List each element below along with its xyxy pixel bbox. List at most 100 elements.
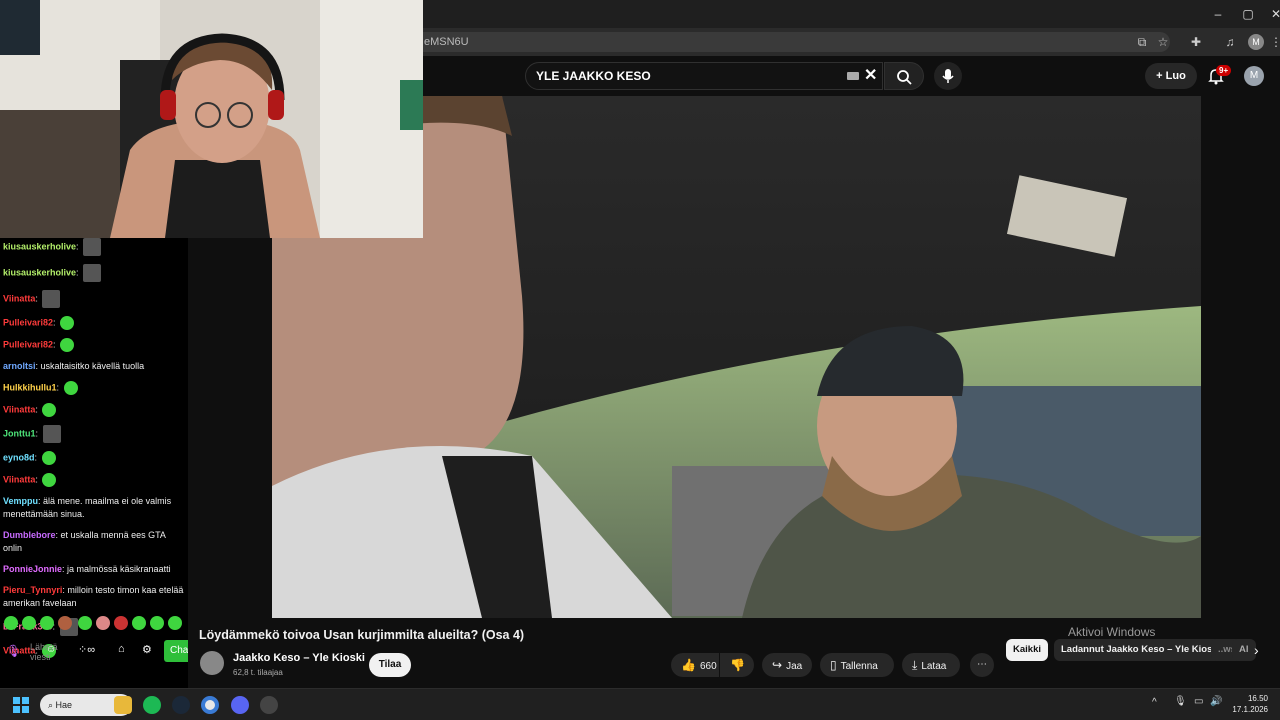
chat-username[interactable]: Viinatta [3, 293, 35, 303]
chat-username[interactable]: Hulkkihullu1 [3, 382, 57, 392]
chat-input[interactable]: Lähetä viesti [22, 640, 66, 664]
emote-icon[interactable] [168, 616, 182, 630]
chip-channel[interactable]: Ladannut Jaakko Keso – Yle Kioski [1054, 639, 1228, 661]
file-explorer-icon[interactable] [114, 696, 132, 714]
chat-username[interactable]: arnoltsi [3, 361, 36, 371]
obs-icon[interactable] [260, 696, 278, 714]
search-input[interactable]: YLE JAAKKO KESO ✕ [525, 62, 883, 90]
search-button[interactable] [884, 62, 924, 90]
chat-username[interactable]: Jonttu1 [3, 428, 36, 438]
emote-icon[interactable] [4, 616, 18, 630]
system-clock[interactable]: 16.50 17.1.2026 [1228, 693, 1268, 715]
chrome-icon[interactable] [201, 696, 219, 714]
create-button[interactable]: + Luo [1145, 63, 1197, 89]
emote-icon[interactable] [58, 616, 72, 630]
chat-username[interactable]: Pieru_Tynnyri [3, 585, 62, 595]
bookmark-star-icon[interactable]: ☆ [1155, 34, 1171, 50]
chat-message: Viinatta: [0, 290, 188, 308]
share-button[interactable]: ↪ Jaa [762, 653, 812, 677]
webcam-frame [0, 0, 423, 238]
media-icon[interactable]: ♫ [1222, 34, 1238, 50]
create-label: Luo [1165, 70, 1186, 82]
microphone-icon [942, 69, 954, 83]
chat-separator: : [53, 317, 59, 328]
chat-username[interactable]: Pulleivari82 [3, 339, 53, 349]
chat-username[interactable]: kiusauskerholive [3, 267, 76, 277]
maximize-icon[interactable]: ▢ [1234, 4, 1262, 24]
chat-username[interactable]: Dumblebore [3, 530, 56, 540]
more-icon: ⋯ [977, 659, 987, 670]
bits-icon[interactable]: ⁘∞ [78, 643, 95, 656]
chat-username[interactable]: PonnieJonnie [3, 564, 62, 574]
chip-other[interactable]: Al [1232, 639, 1256, 661]
chip-all[interactable]: Kaikki [1006, 639, 1048, 661]
notification-badge: 9+ [1216, 65, 1232, 76]
volume-icon[interactable]: 🔊 [1210, 696, 1222, 707]
save-button[interactable]: ▯ Tallenna [820, 653, 894, 677]
download-label: Lataa [921, 661, 947, 672]
video-title: Löydämmekö toivoa Usan kurjimmilta aluei… [199, 628, 525, 642]
clock-time: 16.50 [1247, 694, 1268, 703]
clear-search-icon[interactable]: ✕ [864, 63, 877, 89]
microphone-icon[interactable]: 🎙 [6, 644, 21, 658]
dislike-button[interactable]: 👎 [720, 653, 754, 677]
chat-separator: : [56, 382, 62, 393]
chat-username[interactable]: kiusauskerholive [3, 241, 76, 251]
emote-picker-icon[interactable]: ☺ [46, 644, 56, 655]
emote-icon[interactable] [132, 616, 146, 630]
thumbs-down-icon: 👎 [730, 658, 745, 672]
voice-search-button[interactable] [934, 62, 962, 90]
chat-message: Vemppu: älä mene. maailma ei ole valmis … [0, 495, 188, 521]
save-label: Tallenna [840, 661, 878, 672]
windows-start-icon[interactable] [12, 696, 30, 714]
minimize-icon[interactable]: – [1204, 4, 1232, 24]
emote-row [0, 616, 188, 632]
keyboard-icon[interactable] [847, 72, 859, 80]
chat-username[interactable]: Viinatta [3, 404, 35, 414]
download-icon: ⤓ [912, 658, 918, 672]
discord-icon[interactable] [231, 696, 249, 714]
spotify-icon[interactable] [143, 696, 161, 714]
stream-chat: kiusauskerholive: kiusauskerholive: Viin… [0, 238, 188, 688]
store-icon[interactable]: ⌂ [118, 643, 125, 655]
download-button[interactable]: ⤓ Lataa [902, 653, 960, 677]
settings-icon[interactable]: ⚙ [142, 643, 152, 656]
menu-icon[interactable]: ⋮ [1268, 34, 1280, 50]
emote-icon[interactable] [40, 616, 54, 630]
subscribe-button[interactable]: Tilaa [369, 653, 411, 677]
chat-separator: : [76, 241, 82, 252]
emote-icon [83, 238, 102, 256]
account-avatar[interactable]: M [1244, 66, 1264, 86]
chat-text: uskaltaisitko kävellä tuolla [40, 361, 145, 371]
chat-username[interactable]: Pulleivari82 [3, 317, 53, 327]
emote-icon[interactable] [150, 616, 164, 630]
chat-username[interactable]: eyno8d [3, 452, 35, 462]
profile-avatar[interactable]: M [1248, 34, 1264, 50]
channel-name[interactable]: Jaakko Keso – Yle Kioski [233, 652, 365, 664]
emote-icon[interactable] [78, 616, 92, 630]
extensions-icon[interactable]: ✚ [1188, 34, 1204, 50]
chevron-right-icon[interactable]: › [1254, 639, 1259, 661]
like-button[interactable]: 👍 660 [671, 653, 719, 677]
more-actions-button[interactable]: ⋯ [970, 653, 994, 677]
cast-icon[interactable]: ⧉ [1134, 34, 1150, 50]
emote-icon [60, 316, 75, 330]
close-window-icon[interactable]: ✕ [1262, 4, 1280, 24]
emote-icon[interactable] [114, 616, 128, 630]
tray-chevron-icon[interactable]: ^ [1152, 697, 1157, 708]
emote-icon[interactable] [22, 616, 36, 630]
share-icon: ↪ [772, 658, 783, 672]
chat-message: Pulleivari82: [0, 316, 188, 330]
chat-message: Pieru_Tynnyri: milloin testo timon kaa e… [0, 584, 188, 610]
chat-username[interactable]: Vemppu [3, 496, 38, 506]
chat-send-button[interactable]: Cha [164, 640, 188, 662]
chat-message: arnoltsi: uskaltaisitko kävellä tuolla [0, 360, 188, 373]
chat-message: Jonttu1: [0, 425, 188, 443]
tray-mic-icon[interactable]: 🎙 [1174, 696, 1187, 707]
channel-avatar[interactable] [200, 651, 224, 675]
emote-icon[interactable] [96, 616, 110, 630]
chat-username[interactable]: Viinatta [3, 474, 35, 484]
chat-separator: : [35, 293, 41, 304]
steam-icon[interactable] [172, 696, 190, 714]
network-icon[interactable]: ▭ [1194, 696, 1203, 707]
